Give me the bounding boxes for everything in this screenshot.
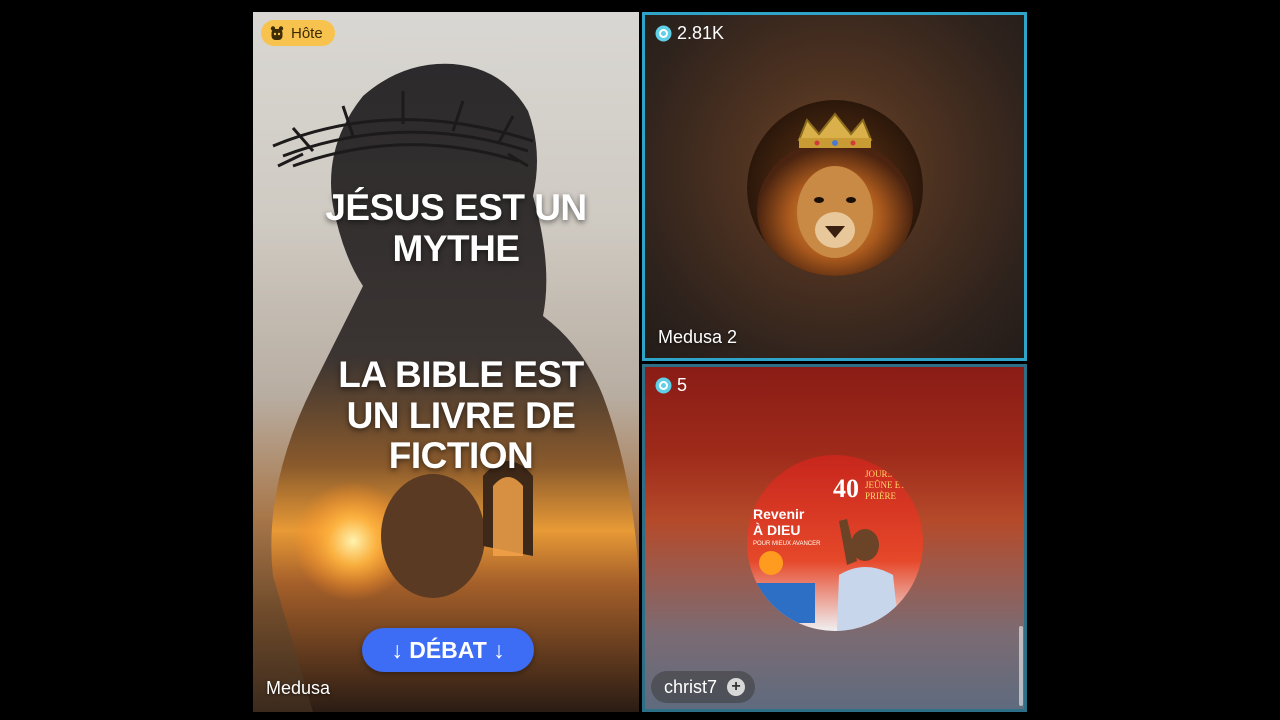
poster-title-2: À DIEU [753, 522, 800, 538]
add-icon[interactable]: + [727, 678, 746, 696]
poster-line-1: JOURS DE [865, 469, 907, 479]
live-room-grid: Hôte JÉSUS EST UN MYTHE LA BIBLE EST UN … [253, 12, 1027, 712]
guest-name-pill[interactable]: christ7 + [651, 671, 756, 703]
crowned-lion-avatar[interactable] [747, 100, 923, 276]
host-icon [270, 26, 284, 40]
guest-tile-2[interactable]: 5 40 JOURS DE JEÛNE ET PRIÈRE Revenir À … [642, 364, 1027, 712]
host-name: Medusa [266, 678, 331, 698]
debate-button[interactable]: ↓ DÉBAT ↓ [362, 628, 534, 672]
prayer-event-poster-avatar[interactable]: 40 JOURS DE JEÛNE ET PRIÈRE Revenir À DI… [747, 455, 923, 631]
guest-tile-1[interactable]: 2.81K Medusa 2 [642, 12, 1027, 361]
guest-count: 5 [677, 375, 688, 395]
host-badge-label: Hôte [291, 24, 323, 42]
poster-line-3: PRIÈRE [865, 491, 897, 501]
guest-count: 2.81K [677, 23, 725, 43]
gem-icon [655, 377, 672, 394]
poster-title-1: Revenir [753, 506, 805, 522]
scrollbar[interactable] [1019, 626, 1023, 706]
gem-icon [655, 25, 672, 42]
host-badge: Hôte [261, 20, 335, 46]
poster-subtitle: POUR MIEUX AVANCER [753, 541, 821, 547]
guest-name: Medusa 2 [658, 327, 738, 347]
viewer-count-badge: 5 [651, 373, 691, 398]
poster-headline-2: LA BIBLE EST UN LIVRE DE FICTION [338, 354, 584, 477]
poster-line-2: JEÛNE ET [865, 480, 906, 490]
poster-headline-1: JÉSUS EST UN MYTHE [325, 187, 587, 269]
poster-number: 40 [833, 474, 859, 503]
host-video-tile[interactable]: Hôte JÉSUS EST UN MYTHE LA BIBLE EST UN … [253, 12, 639, 712]
guest-name: christ7 [664, 676, 718, 697]
viewer-count-badge: 2.81K [651, 21, 728, 46]
